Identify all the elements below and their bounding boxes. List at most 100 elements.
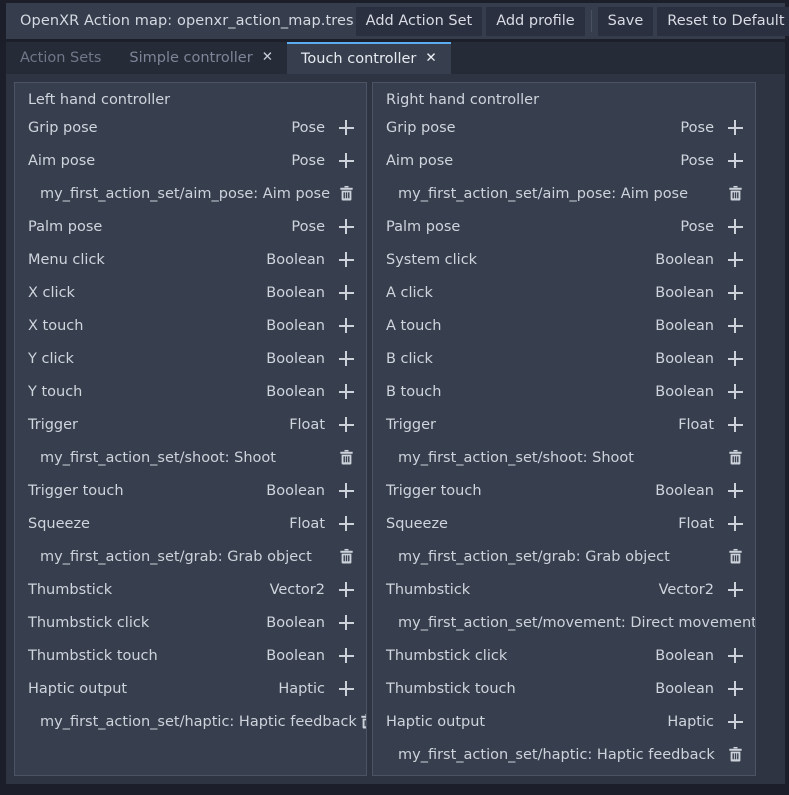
action-row[interactable]: Thumbstick touchBoolean bbox=[373, 672, 755, 705]
plus-icon[interactable] bbox=[724, 216, 746, 238]
action-row[interactable]: TriggerFloat bbox=[373, 408, 755, 441]
trash-icon[interactable] bbox=[335, 447, 357, 469]
close-icon[interactable]: ✕ bbox=[425, 52, 436, 66]
action-row[interactable]: B touchBoolean bbox=[373, 375, 755, 408]
add-action-set-button[interactable]: Add Action Set bbox=[356, 7, 483, 36]
remove-binding-button[interactable] bbox=[335, 183, 357, 205]
trash-icon[interactable] bbox=[724, 744, 746, 766]
plus-icon[interactable] bbox=[335, 315, 357, 337]
action-row[interactable]: X clickBoolean bbox=[15, 276, 366, 309]
action-row[interactable]: Menu clickBoolean bbox=[15, 243, 366, 276]
action-row[interactable]: Aim posePose bbox=[15, 144, 366, 177]
reset-to-default-button[interactable]: Reset to Default bbox=[657, 7, 789, 36]
remove-binding-button[interactable] bbox=[724, 546, 746, 568]
action-row[interactable]: Trigger touchBoolean bbox=[373, 474, 755, 507]
plus-icon[interactable] bbox=[335, 513, 357, 535]
action-row[interactable]: Grip posePose bbox=[15, 111, 366, 144]
action-row[interactable]: Thumbstick clickBoolean bbox=[373, 639, 755, 672]
action-label: B touch bbox=[386, 384, 441, 400]
action-row[interactable]: Aim posePose bbox=[373, 144, 755, 177]
action-row[interactable]: B clickBoolean bbox=[373, 342, 755, 375]
plus-icon[interactable] bbox=[335, 282, 357, 304]
close-icon[interactable]: ✕ bbox=[262, 51, 273, 65]
plus-icon[interactable] bbox=[724, 579, 746, 601]
trash-icon[interactable] bbox=[724, 546, 746, 568]
action-row[interactable]: System clickBoolean bbox=[373, 243, 755, 276]
remove-binding-button[interactable] bbox=[335, 447, 357, 469]
action-type: Boolean bbox=[655, 483, 724, 499]
trash-icon[interactable] bbox=[724, 447, 746, 469]
action-label: Trigger bbox=[28, 417, 78, 433]
plus-icon[interactable] bbox=[335, 579, 357, 601]
action-row[interactable]: SqueezeFloat bbox=[15, 507, 366, 540]
controller-panels-area: Left hand controllerGrip posePoseAim pos… bbox=[6, 74, 785, 784]
plus-icon[interactable] bbox=[335, 612, 357, 634]
plus-icon[interactable] bbox=[724, 150, 746, 172]
binding-row[interactable]: my_first_action_set/aim_pose: Aim pose bbox=[15, 177, 366, 210]
binding-row[interactable]: my_first_action_set/shoot: Shoot bbox=[373, 441, 755, 474]
action-row[interactable]: Thumbstick touchBoolean bbox=[15, 639, 366, 672]
action-row[interactable]: SqueezeFloat bbox=[373, 507, 755, 540]
action-row[interactable]: Haptic outputHaptic bbox=[373, 705, 755, 738]
action-row[interactable]: Palm posePose bbox=[15, 210, 366, 243]
trash-icon[interactable] bbox=[335, 183, 357, 205]
plus-icon[interactable] bbox=[724, 678, 746, 700]
action-row[interactable]: ThumbstickVector2 bbox=[373, 573, 755, 606]
action-row[interactable]: Trigger touchBoolean bbox=[15, 474, 366, 507]
plus-icon[interactable] bbox=[335, 249, 357, 271]
remove-binding-button[interactable] bbox=[724, 447, 746, 469]
action-row[interactable]: A touchBoolean bbox=[373, 309, 755, 342]
remove-binding-button[interactable] bbox=[357, 711, 367, 733]
remove-binding-button[interactable] bbox=[335, 546, 357, 568]
binding-row[interactable]: my_first_action_set/shoot: Shoot bbox=[15, 441, 366, 474]
action-row[interactable]: Haptic outputHaptic bbox=[15, 672, 366, 705]
trash-icon[interactable] bbox=[357, 711, 367, 733]
binding-row[interactable]: my_first_action_set/grab: Grab object bbox=[15, 540, 366, 573]
plus-icon[interactable] bbox=[724, 249, 746, 271]
action-row[interactable]: Y touchBoolean bbox=[15, 375, 366, 408]
binding-row[interactable]: my_first_action_set/grab: Grab object bbox=[373, 540, 755, 573]
tab-action-sets[interactable]: Action Sets bbox=[6, 42, 115, 74]
binding-row[interactable]: my_first_action_set/haptic: Haptic feedb… bbox=[373, 738, 755, 771]
binding-row[interactable]: my_first_action_set/movement: Direct mov… bbox=[373, 606, 755, 639]
plus-icon[interactable] bbox=[724, 645, 746, 667]
plus-icon[interactable] bbox=[335, 414, 357, 436]
action-label: Grip pose bbox=[28, 120, 98, 136]
plus-icon[interactable] bbox=[335, 678, 357, 700]
action-row[interactable]: ThumbstickVector2 bbox=[15, 573, 366, 606]
plus-icon[interactable] bbox=[335, 117, 357, 139]
plus-icon[interactable] bbox=[335, 348, 357, 370]
action-row[interactable]: X touchBoolean bbox=[15, 309, 366, 342]
plus-glyph bbox=[339, 417, 354, 432]
plus-icon[interactable] bbox=[724, 414, 746, 436]
action-row[interactable]: Thumbstick clickBoolean bbox=[15, 606, 366, 639]
add-profile-button[interactable]: Add profile bbox=[486, 7, 584, 36]
action-row[interactable]: Palm posePose bbox=[373, 210, 755, 243]
plus-icon[interactable] bbox=[724, 348, 746, 370]
plus-icon[interactable] bbox=[335, 645, 357, 667]
action-row[interactable]: Grip posePose bbox=[373, 111, 755, 144]
plus-icon[interactable] bbox=[335, 381, 357, 403]
action-row[interactable]: A clickBoolean bbox=[373, 276, 755, 309]
plus-icon[interactable] bbox=[335, 216, 357, 238]
plus-icon[interactable] bbox=[335, 150, 357, 172]
trash-icon[interactable] bbox=[724, 183, 746, 205]
plus-icon[interactable] bbox=[724, 480, 746, 502]
trash-icon[interactable] bbox=[335, 546, 357, 568]
action-row[interactable]: Y clickBoolean bbox=[15, 342, 366, 375]
plus-icon[interactable] bbox=[724, 282, 746, 304]
tab-simple-controller[interactable]: Simple controller✕ bbox=[115, 42, 287, 74]
plus-icon[interactable] bbox=[724, 513, 746, 535]
plus-icon[interactable] bbox=[724, 381, 746, 403]
action-row[interactable]: TriggerFloat bbox=[15, 408, 366, 441]
binding-row[interactable]: my_first_action_set/haptic: Haptic feedb… bbox=[15, 705, 366, 738]
tab-touch-controller[interactable]: Touch controller✕ bbox=[287, 42, 451, 74]
save-button[interactable]: Save bbox=[598, 7, 654, 36]
binding-row[interactable]: my_first_action_set/aim_pose: Aim pose bbox=[373, 177, 755, 210]
remove-binding-button[interactable] bbox=[724, 744, 746, 766]
plus-icon[interactable] bbox=[724, 711, 746, 733]
plus-icon[interactable] bbox=[335, 480, 357, 502]
remove-binding-button[interactable] bbox=[724, 183, 746, 205]
plus-icon[interactable] bbox=[724, 117, 746, 139]
plus-icon[interactable] bbox=[724, 315, 746, 337]
